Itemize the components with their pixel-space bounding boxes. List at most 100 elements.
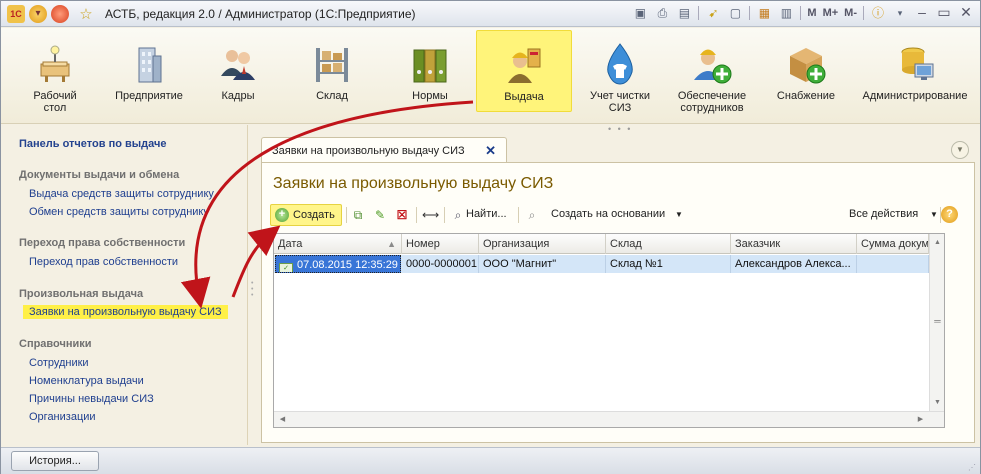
table-cell[interactable]: ООО "Магнит" (479, 255, 606, 273)
document-star-icon[interactable]: ▢ (727, 5, 743, 21)
section-supply[interactable]: Снабжение (771, 30, 841, 118)
save-icon[interactable]: ▣ (632, 5, 648, 21)
divider (698, 6, 700, 20)
close-icon[interactable]: ✕ (958, 5, 974, 21)
table-row[interactable]: ✓ 07.08.2015 12:35:29 0000-0000001 ООО "М… (274, 255, 944, 273)
scroll-down-icon[interactable]: ▼ (930, 395, 945, 410)
copy-icon[interactable]: ⧉ (350, 207, 366, 223)
section-warehouse[interactable]: Склад (297, 30, 367, 118)
column-header[interactable]: Номер (402, 234, 479, 254)
print-icon[interactable]: ⎙ (654, 5, 670, 21)
section-staff[interactable]: Кадры (207, 30, 269, 118)
info-icon[interactable]: ⓘ (870, 5, 886, 21)
section-desktop[interactable]: Рабочий стол (23, 30, 87, 118)
table-cell-date[interactable]: ✓ 07.08.2015 12:35:29 (275, 255, 401, 273)
horizontal-scrollbar[interactable]: ◀ ▶ (274, 411, 944, 427)
section-label: Нормы (412, 90, 448, 102)
find-button[interactable]: Найти... (466, 208, 507, 220)
title-bar: 1С ▾ ☆ АСТБ, редакция 2.0 / Администрато… (1, 1, 980, 27)
divider (749, 6, 751, 20)
table-cell[interactable]: Склад №1 (606, 255, 731, 273)
table-cell[interactable]: Александров Алекса... (731, 255, 857, 273)
section-issue[interactable]: Выдача (476, 30, 572, 112)
memory-minus-button[interactable]: M- (844, 7, 857, 19)
scroll-right-icon[interactable]: ▶ (913, 412, 928, 427)
section-norms[interactable]: Нормы (397, 30, 463, 118)
section-label: Склад (316, 90, 348, 102)
section-label: Учет чистки СИЗ (590, 90, 650, 114)
group-title: Справочники (19, 338, 92, 350)
arrow-star-icon[interactable]: ➹ (705, 5, 721, 21)
set-interval-icon[interactable]: ⟷ (422, 207, 439, 223)
maximize-icon[interactable]: ▭ (936, 5, 952, 21)
stop-icon[interactable] (51, 4, 69, 23)
nav-link[interactable]: Переход прав собственности (29, 256, 178, 268)
chevron-down-icon[interactable]: ▾ (892, 5, 908, 21)
worker-icon (508, 48, 541, 83)
create-button[interactable]: + Создать (270, 204, 342, 226)
column-header[interactable]: Склад (606, 234, 731, 254)
splitter-handle[interactable]: • • • (251, 280, 253, 299)
nav-link[interactable]: Сотрудники (29, 357, 89, 369)
nav-link-active[interactable]: Заявки на произвольную выдачу СИЗ (23, 305, 228, 319)
minimize-icon[interactable]: – (914, 5, 930, 21)
history-button[interactable]: История... (11, 451, 99, 471)
divider (518, 207, 519, 223)
edit-icon[interactable]: ✎ (372, 207, 388, 223)
1c-logo-icon[interactable]: 1С (7, 4, 25, 23)
resize-grip-icon[interactable]: ⋰ (968, 464, 976, 472)
page-title: Заявки на произвольную выдачу СИЗ (273, 175, 554, 192)
chevron-down-icon[interactable]: ▼ (675, 210, 683, 219)
main-menu-icon[interactable]: ▾ (29, 4, 47, 23)
clear-search-icon[interactable]: ⌕ (524, 207, 540, 223)
nav-link[interactable]: Организации (29, 411, 96, 423)
close-icon[interactable]: ✕ (485, 143, 496, 159)
window-title: АСТБ, редакция 2.0 / Администратор (1С:П… (105, 6, 416, 21)
sections-panel: Рабочий стол Предприятие Кадры Склад Нор… (1, 28, 980, 134)
section-label: Выдача (504, 91, 544, 103)
nav-link[interactable]: Номенклатура выдачи (29, 375, 144, 387)
column-header[interactable]: Организация (479, 234, 606, 254)
divider (863, 6, 864, 20)
help-icon[interactable]: ? (941, 206, 958, 223)
panel-title-link[interactable]: Панель отчетов по выдаче (19, 138, 166, 150)
search-icon[interactable]: ⌕ (450, 207, 466, 223)
section-enterprise[interactable]: Предприятие (109, 30, 189, 118)
status-bar: История... ⋰ (1, 447, 980, 474)
section-label: Предприятие (115, 90, 183, 102)
create-based-button[interactable]: Создать на основании (551, 208, 665, 220)
calculator-icon[interactable]: ▦ (756, 5, 772, 21)
scroll-up-icon[interactable]: ▲ (930, 235, 945, 250)
section-cleaning[interactable]: Учет чистки СИЗ (589, 30, 651, 118)
section-label: Обеспечение сотрудников (677, 90, 747, 114)
column-header[interactable]: Дата ▲ (274, 234, 402, 254)
calendar-icon[interactable]: ▥ (778, 5, 794, 21)
vertical-scrollbar[interactable]: ▲ ═ ▼ (929, 234, 944, 411)
documents-table[interactable]: Дата ▲ Номер Организация Склад Заказчик … (273, 233, 945, 428)
memory-plus-button[interactable]: M+ (823, 7, 839, 19)
column-header[interactable]: Сумма докумен (857, 234, 929, 254)
section-label: Рабочий стол (33, 90, 77, 114)
divider (346, 207, 347, 223)
table-cell[interactable] (857, 255, 929, 273)
nav-link[interactable]: Обмен средств защиты сотруднику (29, 206, 209, 218)
section-label: Администрирование (862, 90, 968, 102)
chevron-down-icon[interactable]: ▼ (951, 141, 969, 159)
nav-link[interactable]: Причины невыдачи СИЗ (29, 393, 154, 405)
star-icon[interactable]: ☆ (77, 5, 95, 23)
column-header[interactable]: Заказчик (731, 234, 857, 254)
section-admin[interactable]: Администрирование (857, 30, 973, 118)
nav-link[interactable]: Выдача средств защиты сотруднику (29, 188, 214, 200)
section-provision[interactable]: Обеспечение сотрудников (667, 30, 757, 118)
all-actions-button[interactable]: Все действия (849, 208, 918, 220)
tab-requests[interactable]: Заявки на произвольную выдачу СИЗ ✕ (261, 137, 507, 163)
preview-icon[interactable]: ▤ (676, 5, 692, 21)
people-icon (221, 50, 255, 80)
chevron-down-icon[interactable]: ▼ (930, 210, 938, 219)
delete-icon[interactable]: ☒ (394, 207, 410, 223)
table-cell[interactable]: 0000-0000001 (402, 255, 479, 273)
memory-m-button[interactable]: M (807, 7, 816, 19)
table-header: Дата ▲ Номер Организация Склад Заказчик … (274, 234, 944, 254)
scroll-grip-icon[interactable]: ═ (930, 314, 945, 329)
scroll-left-icon[interactable]: ◀ (275, 412, 290, 427)
